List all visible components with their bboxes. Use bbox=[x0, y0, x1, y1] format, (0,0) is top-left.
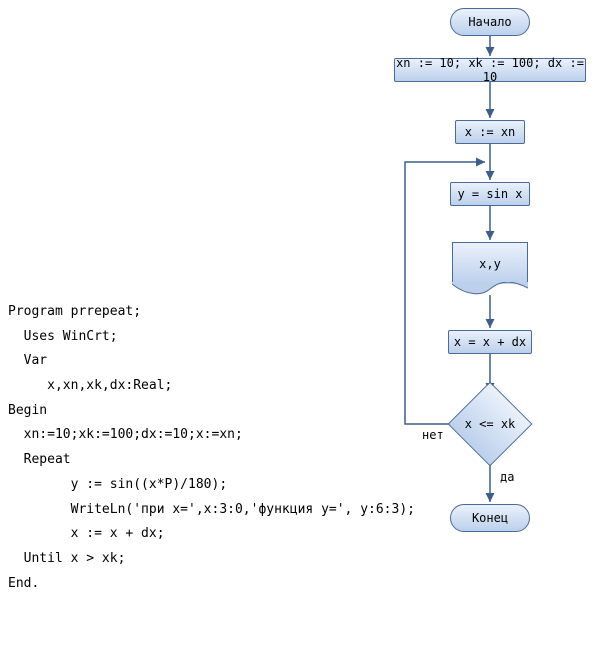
flow-condition: x <= xk bbox=[448, 382, 533, 467]
code-line: Var bbox=[8, 349, 388, 374]
flow-no-label: нет bbox=[422, 428, 444, 442]
flow-init-label: xn := 10; xk := 100; dx := 10 bbox=[395, 56, 585, 84]
flow-output-wave bbox=[452, 282, 528, 296]
flow-start: Начало bbox=[450, 8, 530, 36]
code-line: End. bbox=[8, 572, 388, 597]
code-line: Until x > xk; bbox=[8, 547, 388, 572]
code-line: xn:=10;xk:=100;dx:=10;x:=xn; bbox=[8, 423, 388, 448]
flow-increment: x = x + dx bbox=[448, 330, 532, 354]
code-line: x,xn,xk,dx:Real; bbox=[8, 374, 388, 399]
flow-end: Конец bbox=[450, 504, 530, 532]
code-line: Begin bbox=[8, 399, 388, 424]
code-line: WriteLn('при x=',x:3:0,'функция y=', y:6… bbox=[8, 498, 388, 523]
flow-assign-label: x := xn bbox=[465, 125, 516, 139]
code-line: y := sin((x*P)/180); bbox=[8, 473, 388, 498]
code-line: Program prrepeat; bbox=[8, 300, 388, 325]
flow-condition-label: x <= xk bbox=[461, 417, 519, 431]
flow-init: xn := 10; xk := 100; dx := 10 bbox=[394, 58, 586, 82]
code-line: Repeat bbox=[8, 448, 388, 473]
flow-output: x,y bbox=[452, 242, 528, 284]
flow-start-label: Начало bbox=[468, 15, 511, 29]
flow-end-label: Конец bbox=[472, 511, 508, 525]
flow-output-label: x,y bbox=[479, 257, 501, 271]
flow-calc: y = sin x bbox=[450, 182, 530, 206]
flow-arrows bbox=[380, 0, 600, 640]
flow-calc-label: y = sin x bbox=[457, 187, 522, 201]
flow-yes-label: да bbox=[500, 470, 514, 484]
code-line: Uses WinCrt; bbox=[8, 325, 388, 350]
flow-increment-label: x = x + dx bbox=[454, 335, 526, 349]
code-line: x := x + dx; bbox=[8, 522, 388, 547]
flow-assign: x := xn bbox=[455, 120, 525, 144]
flowchart: Начало xn := 10; xk := 100; dx := 10 x :… bbox=[380, 0, 600, 640]
code-listing: Program prrepeat; Uses WinCrt; Var x,xn,… bbox=[8, 300, 388, 596]
